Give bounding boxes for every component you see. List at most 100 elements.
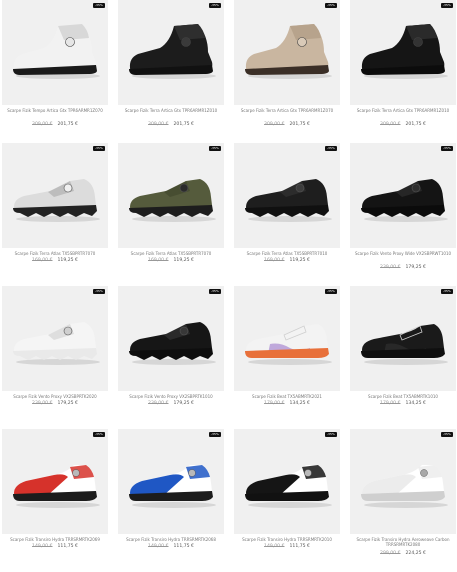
shoe-image[interactable]	[240, 18, 334, 84]
discount-badge: -35%	[324, 432, 337, 437]
product-name[interactable]: Scarpe Fizik Vento Proxy VX2SBPRTK2020	[2, 394, 108, 399]
product-image[interactable]: -35%	[234, 286, 340, 391]
product-name[interactable]: Scarpe Fizik Terra Artica Gtx TPR6ARMR1Z…	[118, 108, 224, 113]
price-row: 309,00 € 201,75 €	[234, 122, 340, 128]
product-name[interactable]: Scarpe Fizik Transiro Hydra TRRSRMRTK201…	[234, 537, 340, 542]
product-image[interactable]: -35%	[2, 0, 108, 105]
shoe-image[interactable]	[8, 304, 102, 370]
product-grid: -35% Scarpe Fizik Tempo Artica Gtx TPR6AR…	[2, 0, 456, 572]
product-image[interactable]: -35%	[234, 143, 340, 248]
product-card[interactable]: -35% Scarpe Fizik Terra Atlas TX5SBPRTR70…	[234, 143, 340, 286]
shoe-image[interactable]	[240, 447, 334, 513]
product-card[interactable]: -35% Scarpe Fizik Beat TX5ABMRTK2021 179,0…	[234, 286, 340, 429]
shoe-image[interactable]	[356, 447, 450, 513]
product-card[interactable]: -35% Scarpe Fizik Terra Artica Gtx TPR6AR…	[118, 0, 224, 143]
original-price: 149,00 €	[264, 544, 285, 549]
price-row: 149,00 € 111,75 €	[234, 544, 340, 550]
product-name[interactable]: Scarpe Fizik Transiro Hydra TRRSRMRTK206…	[118, 537, 224, 542]
price-row: 239,00 € 179,25 €	[2, 401, 108, 407]
discount-badge: -35%	[92, 146, 105, 151]
product-image[interactable]: -35%	[350, 286, 456, 391]
product-name[interactable]: Scarpe Fizik Beat TX5ABMRTK2021	[234, 394, 340, 399]
shoe-image[interactable]	[240, 304, 334, 370]
product-image[interactable]: -35%	[234, 0, 340, 105]
product-image[interactable]: -35%	[2, 143, 108, 248]
product-card[interactable]: -35% Scarpe Fizik Transiro Hydra TRRSRMRT…	[234, 429, 340, 572]
sale-price: 201,75 €	[405, 122, 426, 127]
product-name[interactable]: Scarpe Fizik Terra Atlas TX5SBPRTR7070	[118, 251, 224, 256]
original-price: 239,00 €	[32, 401, 53, 406]
original-price: 169,00 €	[148, 258, 169, 263]
product-image[interactable]: -35%	[350, 0, 456, 105]
price-row: 299,00 € 224,25 €	[350, 551, 456, 557]
product-card[interactable]: -35% Scarpe Fizik Transiro Hydra TRRSRMRT…	[2, 429, 108, 572]
product-card[interactable]: -35% Scarpe Fizik Vento Proxy VX2SBPRTK20…	[2, 286, 108, 429]
original-price: 309,00 €	[264, 122, 285, 127]
product-name[interactable]: Scarpe Fizik Terra Artica Gtx TPR6ARMR1Z…	[350, 108, 456, 113]
price-row: 309,00 € 201,75 €	[118, 122, 224, 128]
product-card[interactable]: -35% Scarpe Fizik Terra Artica Gtx TPR6AR…	[350, 0, 456, 143]
discount-badge: -35%	[324, 146, 337, 151]
original-price: 309,00 €	[380, 122, 401, 127]
sale-price: 179,25 €	[173, 401, 194, 406]
sale-price: 111,75 €	[173, 544, 194, 549]
shoe-image[interactable]	[124, 304, 218, 370]
product-card[interactable]: -35% Scarpe Fizik Terra Atlas TX5SBPRTR70…	[118, 143, 224, 286]
original-price: 149,00 €	[148, 544, 169, 549]
price-row: 309,00 € 201,75 €	[2, 122, 108, 128]
product-image[interactable]: -35%	[234, 429, 340, 534]
product-image[interactable]: -35%	[118, 0, 224, 105]
shoe-image[interactable]	[356, 161, 450, 227]
price-row: 179,00 € 134,25 €	[234, 401, 340, 407]
product-name[interactable]: Scarpe Fizik Terra Artica Gtx TPR6ARMR1Z…	[234, 108, 340, 113]
sale-price: 224,25 €	[405, 551, 426, 556]
original-price: 149,00 €	[32, 544, 53, 549]
sale-price: 201,75 €	[173, 122, 194, 127]
shoe-image[interactable]	[124, 161, 218, 227]
shoe-image[interactable]	[8, 447, 102, 513]
product-name[interactable]: Scarpe Fizik Beat TX5ABMRTK1010	[350, 394, 456, 399]
shoe-image[interactable]	[8, 161, 102, 227]
sale-price: 119,25 €	[289, 258, 310, 263]
product-name[interactable]: Scarpe Fizik Terra Atlas TX5SBPRTR7070	[2, 251, 108, 256]
product-card[interactable]: -35% Scarpe Fizik Transiro Hydra TRRSRMRT…	[118, 429, 224, 572]
shoe-image[interactable]	[124, 447, 218, 513]
price-row: 179,00 € 134,25 €	[350, 401, 456, 407]
original-price: 309,00 €	[32, 122, 53, 127]
product-name[interactable]: Scarpe Fizik Transiro Hydra Aeroweave Ca…	[350, 537, 456, 548]
product-card[interactable]: -35% Scarpe Fizik Vento Proxy Wide VX2SBP…	[350, 143, 456, 286]
shoe-image[interactable]	[356, 304, 450, 370]
product-image[interactable]: -35%	[118, 143, 224, 248]
shoe-image[interactable]	[240, 161, 334, 227]
shoe-image[interactable]	[124, 18, 218, 84]
product-image[interactable]: -35%	[118, 429, 224, 534]
product-card[interactable]: -35% Scarpe Fizik Terra Atlas TX5SBPRTR70…	[2, 143, 108, 286]
sale-price: 119,25 €	[57, 258, 78, 263]
sale-price: 201,75 €	[289, 122, 310, 127]
product-name[interactable]: Scarpe Fizik Vento Proxy Wide VX2SBPRWT1…	[350, 251, 456, 256]
product-card[interactable]: -35% Scarpe Fizik Vento Proxy VX2SBPRTK10…	[118, 286, 224, 429]
price-row: 239,00 € 179,25 €	[118, 401, 224, 407]
product-card[interactable]: -35% Scarpe Fizik Beat TX5ABMRTK1010 179,0…	[350, 286, 456, 429]
shoe-image[interactable]	[8, 18, 102, 84]
product-image[interactable]: -35%	[2, 286, 108, 391]
product-image[interactable]: -35%	[2, 429, 108, 534]
product-card[interactable]: -35% Scarpe Fizik Transiro Hydra Aeroweav…	[350, 429, 456, 572]
discount-badge: -35%	[208, 146, 221, 151]
product-image[interactable]: -35%	[350, 429, 456, 534]
product-card[interactable]: -35% Scarpe Fizik Tempo Artica Gtx TPR6AR…	[2, 0, 108, 143]
product-name[interactable]: Scarpe Fizik Tempo Artica Gtx TPR6ARMR1Z…	[2, 108, 108, 113]
product-name[interactable]: Scarpe Fizik Transiro Hydra TRRSRMRTK206…	[2, 537, 108, 542]
product-name[interactable]: Scarpe Fizik Terra Atlas TX5SBPRTR7010	[234, 251, 340, 256]
discount-badge: -35%	[92, 432, 105, 437]
product-card[interactable]: -35% Scarpe Fizik Terra Artica Gtx TPR6AR…	[234, 0, 340, 143]
product-name[interactable]: Scarpe Fizik Vento Proxy VX2SBPRTK1010	[118, 394, 224, 399]
product-image[interactable]: -35%	[118, 286, 224, 391]
price-row: 169,00 € 119,25 €	[234, 258, 340, 264]
discount-badge: -35%	[208, 289, 221, 294]
discount-badge: -35%	[440, 146, 453, 151]
shoe-image[interactable]	[356, 18, 450, 84]
sale-price: 134,25 €	[405, 401, 426, 406]
sale-price: 111,75 €	[57, 544, 78, 549]
product-image[interactable]: -35%	[350, 143, 456, 248]
